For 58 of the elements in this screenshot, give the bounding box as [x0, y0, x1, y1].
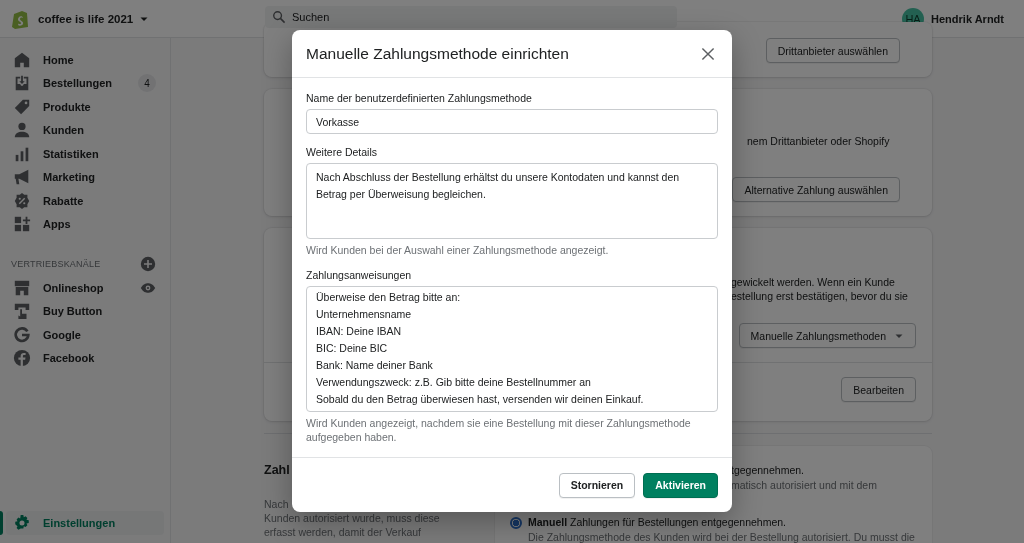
select-button[interactable]: Drittanbieter auswählen: [765, 38, 900, 63]
percent-badge-icon: [13, 191, 31, 210]
edit-button[interactable]: Bearbeiten: [841, 377, 916, 402]
cancel-button[interactable]: Stornieren: [558, 472, 636, 498]
nav-item[interactable]: Buy Button: [6, 299, 164, 323]
nav-item[interactable]: Kunden: [6, 118, 164, 142]
add-icon: [140, 256, 156, 272]
close-icon: [700, 45, 716, 62]
text-area[interactable]: Nach Abschluss der Bestellung erhältst du unsere Kontodaten und kannst den Betrag per Überweisung begleichen.: [306, 163, 718, 239]
search-icon: [272, 9, 286, 24]
option-label: Manuell Zahlungen für Bestellungen entgegennehmen.: [528, 515, 786, 530]
option-description: Die Zahlungsmethode des Kunden wird bei der Bestellung autorisiert. Du musst die: [527, 530, 916, 543]
f-logo-icon: [13, 349, 31, 368]
inbox-icon: [13, 74, 31, 93]
nav-item[interactable]: Statistiken: [6, 142, 164, 166]
person-icon: [13, 121, 31, 140]
field-label: Name der benutzerdefinierten Zahlungsmethode: [306, 92, 533, 105]
g-logo-icon: [13, 325, 31, 344]
nav-item[interactable]: Rabatte: [6, 189, 164, 213]
nav-item[interactable]: Facebook: [6, 346, 164, 370]
user-name: Hendrik Arndt: [931, 12, 1004, 25]
body-text: erfasst werden, damit der Verkauf: [264, 525, 422, 539]
help-text: Wird Kunden angezeigt, nachdem sie eine Bestellung mit dieser Zahlungsmethode aufgegeben haben.: [306, 416, 692, 444]
search-field[interactable]: Suchen: [265, 5, 677, 28]
select-button[interactable]: Alternative Zahlung auswählen: [732, 177, 900, 202]
option-label: tgegennehmen.: [731, 463, 804, 478]
count-badge: 4: [138, 74, 156, 93]
store-icon: [13, 278, 31, 297]
megaphone-icon: [13, 168, 31, 187]
section-heading: Zahl: [264, 463, 291, 478]
gear-icon: [13, 514, 31, 532]
apps-grid-icon: [13, 215, 31, 234]
text-area[interactable]: Überweise den Betrag bitte an: Unternehmensname IBAN: Deine IBAN BIC: Deine BIC Bank: Name deiner Bank Verwendungszweck: z.B. Gib bitte deine Bestellnummer an Sobald du den Betrag überwiesen hast, versenden wir deinen Einkauf.: [306, 286, 718, 412]
nav-item[interactable]: Home: [6, 48, 164, 72]
home-icon: [13, 50, 31, 69]
radio-button[interactable]: [510, 516, 522, 529]
nav-item[interactable]: Produkte: [6, 95, 164, 119]
option-description: matisch autorisiert und mit dem: [731, 478, 878, 493]
nav-item[interactable]: Google: [6, 323, 164, 347]
tag-icon: [13, 97, 31, 116]
modal-title: Manuelle Zahlungsmethode einrichten: [306, 44, 569, 63]
nav-item[interactable]: Bestellungen 4: [6, 71, 164, 95]
nav-item[interactable]: Apps: [6, 212, 164, 236]
nav-item[interactable]: Marketing: [6, 165, 164, 189]
tap-button-icon: [13, 302, 31, 321]
section-heading: VERTRIEBSKANÄLE: [11, 259, 101, 269]
body-text: Nach: [264, 497, 290, 511]
body-text: nem Drittanbieter oder Shopify: [747, 134, 891, 148]
store-switcher[interactable]: coffee is life 2021: [38, 12, 150, 25]
field-label: Zahlungsanweisungen: [306, 269, 413, 282]
help-text: Wird Kunden bei der Auswahl einer Zahlungsmethode angezeigt.: [306, 243, 610, 257]
body-text: gewickelt werden. Wenn ein Kunde: [731, 275, 896, 289]
activate-button[interactable]: Aktivieren: [643, 472, 718, 498]
text-field[interactable]: Vorkasse: [306, 109, 718, 134]
body-text: estellung erst bestätigen, bevor du sie: [731, 289, 909, 303]
dropdown-button[interactable]: Manuelle Zahlungsmethoden: [738, 323, 916, 348]
nav-item[interactable]: Onlineshop: [6, 276, 164, 300]
field-label: Weitere Details: [306, 146, 378, 159]
